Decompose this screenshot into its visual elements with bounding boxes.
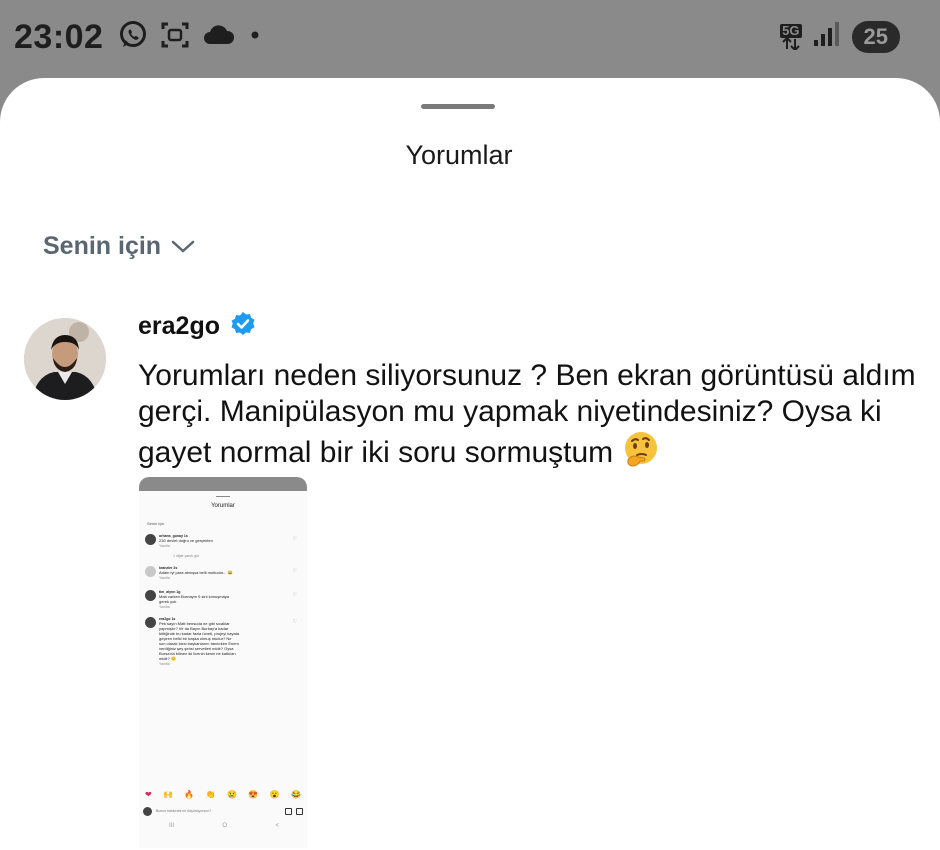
thumb-comment-reply: Yanıtla (159, 544, 170, 548)
thumb-back-icon: < (275, 823, 279, 829)
thumb-drag-handle (216, 496, 230, 497)
chevron-down-icon (171, 232, 195, 261)
comment-username[interactable]: era2go (138, 312, 220, 341)
thumb-comment-reply: Yanıtla (159, 576, 170, 580)
whatsapp-icon (118, 20, 148, 55)
verified-badge-icon (230, 311, 256, 342)
screenshot-icon (160, 20, 190, 55)
cloud-icon (202, 23, 236, 52)
thumb-comment-reply: Yanıtla (159, 605, 170, 609)
thumb-emoji: 😮 (269, 790, 280, 799)
thumb-comment: orhans_gunay 1s 230 devlet doğru ve gerç… (145, 534, 307, 550)
thumb-title: Yorumlar (211, 503, 235, 509)
thumb-comment: tim_alynn 1g Matt varken Burnaym 9 sini … (145, 590, 307, 609)
status-icons-right: 5G 25 (780, 20, 900, 53)
thumb-status-bar (139, 477, 307, 491)
thumb-comment-reply: Yanıtla (159, 662, 170, 666)
thumb-emoji: 👏 (205, 790, 216, 799)
thumb-emoji: 🙌 (163, 790, 174, 799)
thumb-nav-bar: III O < (169, 823, 279, 829)
5g-icon: 5G (780, 22, 802, 50)
thumb-comment-line: Adam iyi para almışsa belli mutludur... … (159, 570, 233, 575)
thumb-avatar (145, 566, 156, 577)
battery-indicator: 25 (851, 20, 900, 53)
thumb-input-placeholder: Bunun hakkında ne düşünüyorsun? (156, 809, 212, 813)
thumb-comment-line: gerek yok (159, 599, 177, 604)
profile-photo-icon (24, 318, 106, 400)
thumb-avatar (145, 590, 156, 601)
avatar[interactable] (24, 318, 106, 400)
thumb-recents-icon: III (169, 823, 175, 829)
thumb-comment-input: Bunun hakkında ne düşünüyorsun? (143, 804, 303, 818)
thumb-emoji-bar: ❤ 🙌 🔥 👏 😢 😍 😮 😂 (145, 790, 301, 799)
thinking-face-icon (622, 430, 660, 477)
comment-text: Yorumları neden siliyorsunuz ? Ben ekran… (138, 359, 916, 469)
thumb-comment-line: 230 devlet doğru ve gerçekten (159, 538, 213, 543)
thumb-emoji: 😂 (291, 790, 301, 799)
comments-sheet: Yorumlar Senin için era2go Yorumları ned… (0, 78, 940, 850)
comment-header: era2go (138, 311, 256, 342)
thumb-sticker-icon (296, 807, 303, 815)
drag-handle[interactable] (421, 104, 495, 109)
thumb-heart-icon: ♡ (292, 536, 297, 542)
status-bar: 23:02 5G 25 (0, 0, 940, 78)
status-time: 23:02 (14, 18, 104, 56)
thumb-emoji: 🔥 (184, 790, 195, 799)
network-label: 5G (780, 22, 802, 38)
thumb-avatar (145, 534, 156, 545)
thumb-avatar (145, 617, 156, 628)
thumb-home-icon: O (222, 823, 228, 829)
thumb-heart-icon: ♡ (292, 568, 297, 574)
dot-icon (248, 28, 262, 47)
thumb-avatar (143, 806, 152, 816)
thumb-emoji: ❤ (145, 790, 152, 799)
thumb-comment: era2go 1s Pek sayın Matt bensuda ne gibi… (145, 617, 307, 666)
thumb-filter-label: Senin için (147, 521, 165, 526)
sort-filter-label: Senin için (43, 232, 162, 260)
thumb-comment-line: midir? 🙂 (159, 656, 176, 661)
thumb-more-replies: 1 diğer yanıtı gör (173, 554, 200, 558)
thumb-heart-icon: ♡ (292, 592, 297, 598)
thumb-heart-icon: ♡ (292, 619, 297, 625)
comment-body: Yorumları neden siliyorsunuz ? Ben ekran… (138, 358, 938, 477)
sheet-title: Yorumlar (405, 140, 513, 170)
sort-filter-dropdown[interactable]: Senin için (43, 232, 195, 261)
thumb-comment: kranzler 2s Adam iyi para almışsa belli … (145, 566, 307, 582)
status-icons-left (118, 20, 262, 55)
signal-icon (812, 20, 842, 53)
attached-screenshot[interactable]: Yorumlar Senin için orhans_gunay 1s 230 … (139, 477, 307, 848)
thumb-emoji: 😍 (248, 790, 259, 799)
thumb-gif-icon (285, 807, 292, 815)
thumb-emoji: 😢 (227, 790, 238, 799)
